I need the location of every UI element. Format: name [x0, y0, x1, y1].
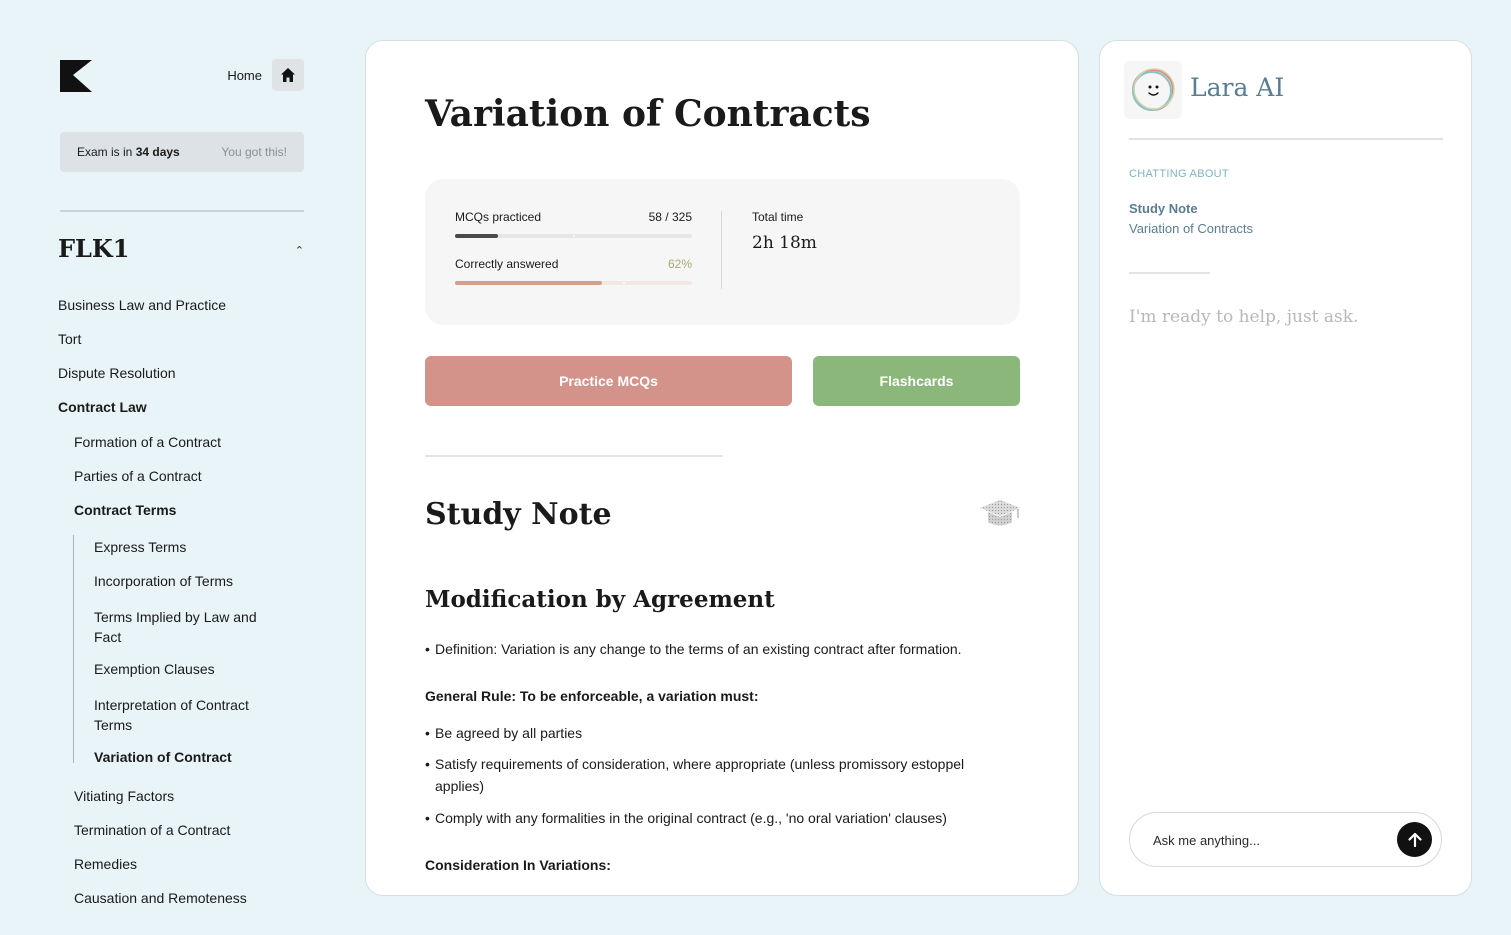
- section-title: Modification by Agreement: [425, 586, 775, 613]
- chatting-about-label: CHATTING ABOUT: [1129, 168, 1229, 180]
- context-topic: Variation of Contracts: [1129, 221, 1254, 236]
- rule-heading: General Rule: To be enforceable, a varia…: [425, 688, 759, 704]
- sidebar-item-tort[interactable]: Tort: [58, 331, 81, 347]
- chat-assistant-name: Lara AI: [1190, 73, 1285, 102]
- sidebar-item-variation[interactable]: Variation of Contract: [94, 749, 232, 765]
- sidebar-item-interpretation[interactable]: Interpretation of Contract Terms: [94, 695, 274, 735]
- main-panel: Variation of Contracts MCQs practiced 58…: [365, 40, 1079, 896]
- sidebar-item-incorporation[interactable]: Incorporation of Terms: [94, 573, 233, 589]
- sidebar-item-remedies[interactable]: Remedies: [74, 856, 137, 872]
- chat-divider: [1129, 138, 1443, 140]
- consideration-heading: Consideration In Variations:: [425, 857, 611, 873]
- exam-prefix: Exam is in: [77, 145, 136, 159]
- page-title: Variation of Contracts: [425, 93, 871, 135]
- graduation-cap-icon: [980, 500, 1020, 526]
- context-type: Study Note: [1129, 201, 1198, 216]
- mcq-value: 58 / 325: [648, 210, 692, 224]
- logo-icon[interactable]: [60, 60, 92, 92]
- correct-progress-bar: [455, 281, 692, 285]
- practice-mcqs-button[interactable]: Practice MCQs: [425, 356, 792, 406]
- lara-face-icon: [1132, 68, 1175, 111]
- sidebar-item-termination[interactable]: Termination of a Contract: [74, 822, 230, 838]
- sidebar-item-dispute-resolution[interactable]: Dispute Resolution: [58, 365, 176, 381]
- home-nav: Home: [227, 59, 304, 91]
- lara-avatar: [1124, 61, 1182, 119]
- correct-value: 62%: [667, 257, 692, 271]
- stats-card: MCQs practiced 58 / 325 Correctly answer…: [425, 179, 1020, 325]
- mcq-label: MCQs practiced: [455, 210, 542, 224]
- study-note-title: Study Note: [425, 497, 612, 532]
- correct-progress-fill: [455, 281, 602, 285]
- arrow-up-icon: [1407, 832, 1422, 847]
- mcq-progress-fill: [455, 234, 498, 238]
- sidebar-item-parties[interactable]: Parties of a Contract: [74, 468, 202, 484]
- home-label[interactable]: Home: [227, 68, 262, 83]
- exam-encouragement: You got this!: [221, 145, 287, 159]
- chat-short-divider: [1129, 272, 1210, 274]
- total-time-value: 2h 18m: [752, 233, 817, 253]
- stats-divider: [721, 211, 722, 289]
- rule-bullet: Comply with any formalities in the origi…: [425, 807, 1025, 829]
- home-button[interactable]: [272, 59, 304, 91]
- sidebar: Home Exam is in 34 days You got this! FL…: [58, 40, 304, 935]
- chevron-up-icon[interactable]: ⌃: [295, 244, 304, 257]
- section-divider: [425, 455, 723, 457]
- chat-input[interactable]: [1153, 829, 1383, 851]
- rule-bullet: Be agreed by all parties: [425, 722, 985, 744]
- chat-input-container: [1129, 812, 1442, 867]
- chat-panel: Lara AI CHATTING ABOUT Study Note Variat…: [1099, 40, 1472, 896]
- sidebar-item-contract-terms[interactable]: Contract Terms: [74, 502, 176, 518]
- home-icon: [281, 68, 295, 82]
- exam-countdown: Exam is in 34 days You got this!: [60, 132, 304, 172]
- correct-bar-marker: [623, 282, 625, 284]
- sidebar-item-vitiating-factors[interactable]: Vitiating Factors: [74, 788, 174, 804]
- correct-label: Correctly answered: [455, 257, 559, 271]
- mcq-stat: MCQs practiced 58 / 325: [455, 210, 692, 240]
- sidebar-item-implied-terms[interactable]: Terms Implied by Law and Fact: [94, 607, 270, 647]
- sidebar-item-formation[interactable]: Formation of a Contract: [74, 434, 221, 450]
- exam-days: 34 days: [135, 145, 180, 159]
- course-title[interactable]: FLK1: [58, 234, 129, 263]
- total-time-label: Total time: [752, 210, 804, 224]
- rule-bullet: Satisfy requirements of consideration, w…: [425, 753, 965, 797]
- mcq-progress-bar: [455, 234, 692, 238]
- subnav-rail: [73, 535, 74, 763]
- flashcards-button[interactable]: Flashcards: [813, 356, 1020, 406]
- sidebar-item-exemption-clauses[interactable]: Exemption Clauses: [94, 661, 215, 677]
- mcq-bar-marker: [573, 235, 575, 237]
- sidebar-item-business-law[interactable]: Business Law and Practice: [58, 297, 226, 313]
- sidebar-item-express-terms[interactable]: Express Terms: [94, 539, 186, 555]
- correct-stat: Correctly answered 62%: [455, 257, 692, 287]
- definition-bullet: Definition: Variation is any change to t…: [425, 638, 1045, 660]
- sidebar-item-contract-law[interactable]: Contract Law: [58, 399, 147, 415]
- sidebar-divider: [60, 210, 304, 212]
- sidebar-item-causation[interactable]: Causation and Remoteness: [74, 890, 247, 906]
- chat-ready-message: I'm ready to help, just ask.: [1129, 307, 1359, 327]
- send-button[interactable]: [1397, 822, 1432, 857]
